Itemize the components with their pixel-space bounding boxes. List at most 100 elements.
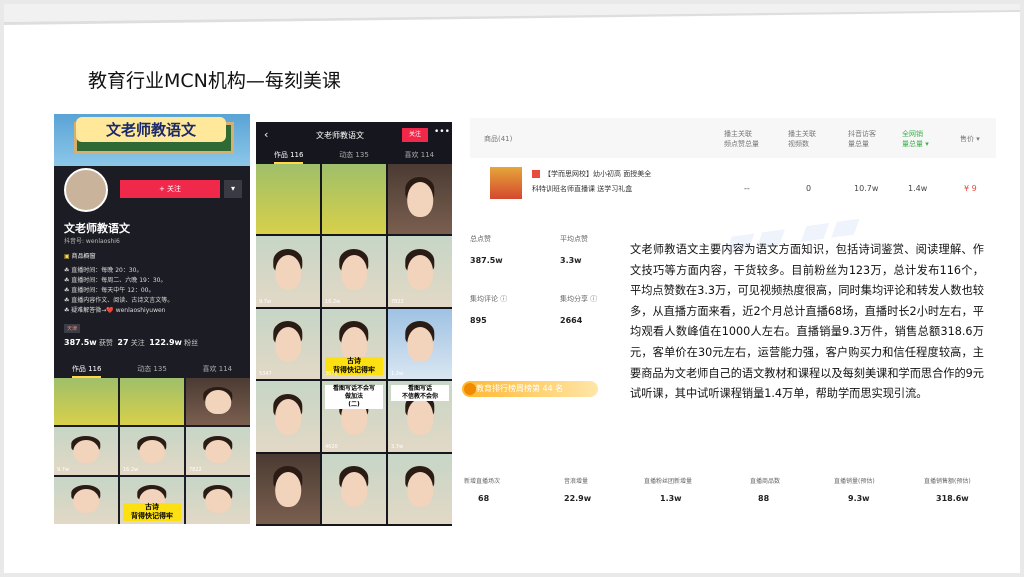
shop-icon: ▣ [64, 253, 70, 260]
video-thumbnail[interactable]: 古诗 背得快记得牢 3670 [322, 308, 386, 380]
person-face [407, 327, 433, 363]
stat-label: 音浪增量 [564, 478, 589, 485]
metric-value: 3.3w [560, 256, 582, 265]
view-count: 5347 [259, 371, 272, 378]
profile-name: 文老师教语文 [64, 222, 130, 235]
bio-line: ☘ 直播时间：每天中午 12：00。 [64, 287, 155, 294]
video-thumbnail[interactable]: 7822 [186, 427, 250, 475]
rank-badge-text: 教育排行榜周榜第 44 名 [476, 384, 564, 393]
person-face [139, 439, 165, 464]
metric-label: 总点赞 [470, 235, 491, 243]
stat-label: 直播商品数 [750, 478, 781, 485]
thumbnail-caption: 古诗 背得快记得牢 [122, 503, 182, 522]
video-thumbnail[interactable] [322, 164, 386, 235]
person-face [341, 471, 367, 508]
location-tag: 天津 [64, 324, 81, 333]
col-price[interactable]: 售价 ▾ [960, 134, 980, 144]
slide-title: 教育行业MCN机构—每刻美课 [88, 70, 341, 92]
profile-screenshot-middle: ‹ 文老师教语文 关注 ••• 作品 116 动态 135 喜欢 114 9.7… [256, 122, 452, 526]
view-count: 3.7w [391, 443, 404, 450]
profile-banner: 文老师教语文 [54, 114, 250, 166]
video-thumbnail[interactable]: 16.2w [120, 427, 184, 475]
product-sales: 1.4w [908, 184, 928, 193]
video-grid: 9.7w 16.2w 7822 5347 古诗 背得快记得牢 3670 1.2w 看图写话不会… [256, 164, 452, 526]
video-thumbnail[interactable]: 5347 [256, 308, 320, 380]
video-thumbnail[interactable] [256, 164, 320, 235]
tab-dynamics[interactable]: 动态 135 [339, 150, 369, 164]
person-face [407, 399, 433, 435]
view-count: 16.2w [325, 298, 341, 305]
video-thumbnail[interactable] [388, 453, 452, 524]
stat-value: 9.3w [848, 494, 870, 503]
bio-line: ☘ 直播时间：每周二、六晚 19：30。 [64, 277, 167, 284]
video-thumbnail[interactable] [54, 476, 118, 524]
video-thumbnail[interactable]: 7822 [388, 236, 452, 307]
stat-label: 新增直播场次 [464, 478, 501, 485]
product-name-line2[interactable]: 科特训班名师直播课 送学习礼盒 [532, 184, 632, 194]
video-thumbnail[interactable]: 16.2w [322, 236, 386, 307]
video-thumbnail[interactable] [322, 453, 386, 524]
rank-badge[interactable]: 教育排行榜周榜第 44 名 [462, 381, 598, 397]
profile-bio: ☘ 直播时间：每晚 20：30。 ☘ 直播时间：每周二、六晚 19：30。 ☘ … [64, 266, 244, 316]
view-count: 3670 [325, 371, 338, 378]
video-grid: 9.7w 16.2w 7822 古诗 背得快记得牢 [54, 378, 250, 524]
view-count: 7822 [391, 298, 404, 305]
video-thumbnail[interactable] [54, 378, 118, 426]
col-linked-videos[interactable]: 播主关联 视频数 [788, 129, 816, 149]
video-thumbnail[interactable]: 9.7w [54, 427, 118, 475]
view-count: 16.2w [123, 466, 139, 473]
tab-dynamics[interactable]: 动态 135 [137, 364, 167, 378]
video-thumbnail[interactable] [256, 453, 320, 524]
col-product: 商品(41) [484, 135, 513, 143]
video-thumbnail[interactable] [120, 378, 184, 426]
video-thumbnail[interactable]: 古诗 背得快记得牢 [120, 476, 184, 524]
stat-value: 318.6w [936, 494, 969, 503]
follow-button[interactable]: + 关注 [120, 180, 220, 198]
analysis-text: 文老师教语文主要内容为语文方面知识，包括诗词鉴赏、阅读理解、作文技巧等方面内容，… [630, 243, 984, 401]
video-thumbnail[interactable]: 看图写话 不信教不会你 3.7w [388, 381, 452, 452]
product-image[interactable] [490, 167, 522, 199]
person-face [205, 390, 231, 414]
back-icon[interactable]: ‹ [264, 128, 268, 141]
more-icon[interactable]: ••• [434, 127, 450, 137]
bio-line: ☘ 直播时间：每晚 20：30。 [64, 267, 143, 274]
tab-likes[interactable]: 喜欢 114 [405, 150, 435, 164]
view-count: 7822 [189, 466, 202, 473]
top-decoration [4, 4, 1020, 25]
video-thumbnail[interactable] [256, 381, 320, 452]
metric-label: 集均评论 ⓘ [470, 295, 508, 303]
platform-badge-icon [532, 170, 540, 178]
shop-window-link[interactable]: ▣ 商品橱窗 [64, 251, 96, 260]
video-thumbnail[interactable] [186, 378, 250, 426]
avatar[interactable] [64, 168, 108, 212]
stat-value: 22.9w [564, 494, 592, 503]
video-thumbnail[interactable]: 9.7w [256, 236, 320, 307]
person-face [341, 254, 367, 290]
view-count: 4620 [325, 443, 338, 450]
person-face [407, 254, 433, 290]
video-thumbnail[interactable]: 看图写话不会写 做加法 (二) 4620 [322, 381, 386, 452]
person-face [275, 471, 301, 508]
metric-label: 集均分享 ⓘ [560, 295, 598, 303]
metric-value: 895 [470, 316, 487, 325]
video-thumbnail[interactable]: 1.2w [388, 308, 452, 380]
product-name[interactable]: 【学而思网校】幼小初高 面授美全 [544, 169, 651, 179]
person-face [407, 471, 433, 508]
stat-label: 直播销量(预估) [834, 478, 875, 485]
col-total-sales[interactable]: 全网销 量总量 ▾ [902, 129, 929, 149]
view-count: 9.7w [57, 466, 70, 473]
profile-id: 抖音号: wenlaoshi6 [64, 238, 120, 245]
tab-works[interactable]: 作品 116 [273, 150, 304, 164]
person-face [73, 439, 99, 464]
more-dropdown-button[interactable]: ▾ [224, 180, 242, 198]
video-thumbnail[interactable] [186, 476, 250, 524]
video-thumbnail[interactable] [388, 164, 452, 235]
follow-button[interactable]: 关注 [402, 128, 428, 142]
metric-label: 平均点赞 [560, 235, 588, 243]
tab-likes[interactable]: 喜欢 114 [203, 364, 233, 378]
col-linked-likes[interactable]: 播主关联 频点赞总量 [724, 129, 759, 149]
col-visitors[interactable]: 抖音访客 量总量 [848, 129, 876, 149]
tab-works[interactable]: 作品 116 [71, 364, 102, 378]
person-face [275, 399, 301, 435]
bio-line: ☘ 疑难解答微→❤️ wenlaoshiyuwen [64, 307, 166, 314]
